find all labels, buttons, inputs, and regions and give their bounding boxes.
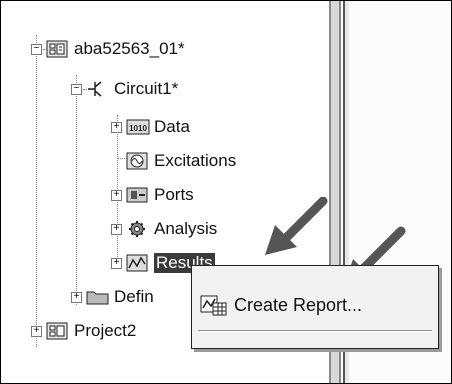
menu-item-create-report[interactable]: Create Report... (200, 290, 362, 320)
tree-node-definitions[interactable]: + Defin (71, 285, 154, 309)
circuit-symbol-icon (86, 80, 108, 98)
tree-node-label: Data (154, 117, 190, 136)
annotation-arrow-icon (265, 197, 328, 255)
expand-toggle[interactable]: + (111, 257, 122, 269)
tree-node-label: Analysis (154, 219, 218, 238)
menu-separator (198, 330, 432, 332)
project-manager-window: − aba52563_01* − Circuit1* + 1010 Data E… (0, 0, 452, 384)
svg-text:1010: 1010 (129, 124, 147, 133)
tree-node-circuit1[interactable]: − Circuit1* (71, 77, 178, 101)
tree-node-data[interactable]: + 1010 Data (111, 115, 190, 139)
tree-node-label: Ports (154, 185, 194, 204)
tree-node-label: Defin (114, 287, 154, 306)
data-1010-icon: 1010 (126, 118, 150, 136)
collapse-toggle[interactable]: − (31, 43, 42, 55)
project-grid-icon (46, 322, 68, 340)
context-menu: Create Report... (191, 265, 439, 349)
expand-toggle[interactable]: + (111, 189, 122, 201)
results-graph-icon (126, 254, 148, 272)
tree-node-project1[interactable]: − aba52563_01* (31, 37, 185, 61)
expand-toggle[interactable]: + (111, 223, 122, 235)
tree-guide-line (36, 35, 37, 347)
expand-toggle[interactable]: + (111, 121, 122, 133)
tree-node-ports[interactable]: + Ports (111, 183, 194, 207)
tree-node-analysis[interactable]: + Analysis (111, 217, 217, 241)
tree-node-label: aba52563_01* (74, 39, 185, 58)
tree-node-project2[interactable]: + Project2 (31, 319, 136, 343)
tree-node-excitations[interactable]: Excitations (126, 149, 236, 173)
gear-analysis-icon (126, 220, 148, 238)
excitation-wave-icon (126, 152, 148, 170)
expand-toggle[interactable]: + (71, 291, 82, 303)
collapse-toggle[interactable]: − (71, 83, 82, 95)
ports-icon (126, 186, 148, 204)
report-chart-icon (200, 294, 228, 316)
tree-node-label: Project2 (74, 321, 137, 340)
expand-toggle[interactable]: + (31, 325, 42, 337)
project-grid-icon (46, 40, 68, 58)
tree-node-label: Excitations (154, 151, 237, 170)
menu-item-label: Create Report... (234, 294, 363, 315)
folder-icon (86, 288, 109, 306)
tree-node-label: Circuit1* (114, 79, 179, 98)
tree-guide-line (76, 75, 77, 305)
